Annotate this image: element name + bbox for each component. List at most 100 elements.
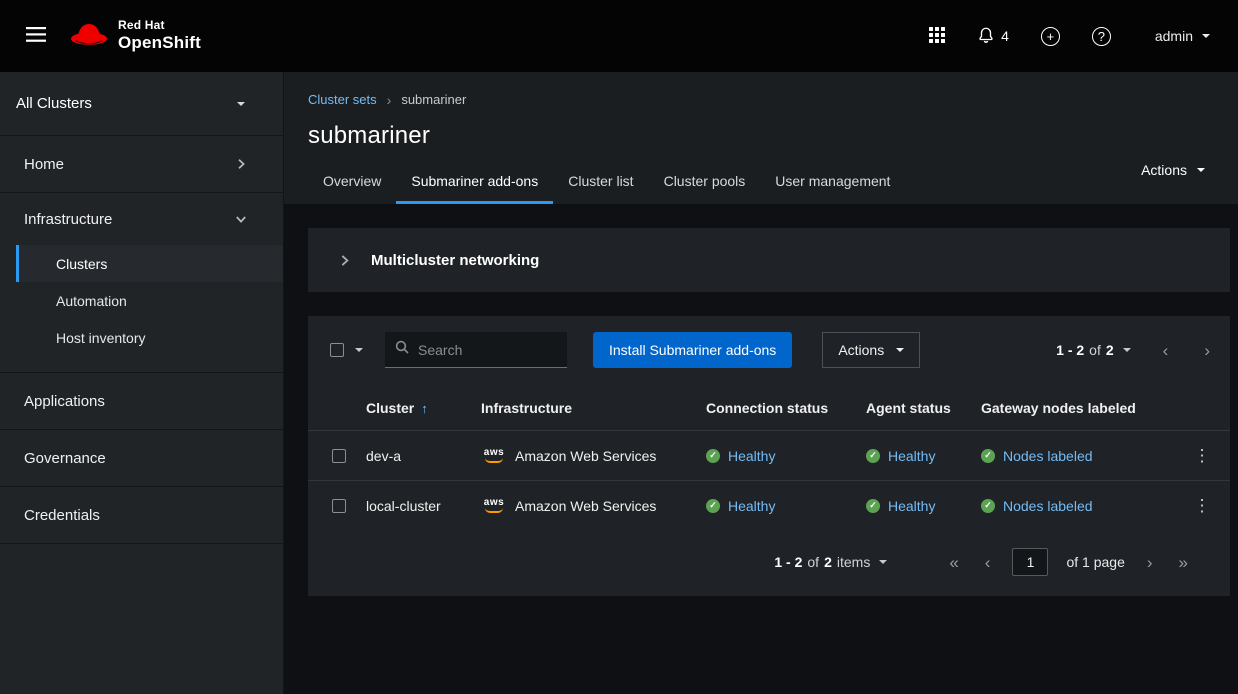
tab-overview[interactable]: Overview [308,164,396,204]
page-actions-dropdown[interactable]: Actions [1141,162,1205,178]
tab-bar: Overview Submariner add-ons Cluster list… [308,164,1205,204]
check-circle-icon: ✓ [706,449,720,463]
sidebar-item-home[interactable]: Home [0,136,283,192]
caret-down-icon [1202,34,1210,38]
sidebar-item-clusters[interactable]: Clusters [16,245,283,282]
table-row-local-cluster: local-cluster aws Amazon Web Services ✓ … [308,480,1230,530]
actions-label: Actions [1141,162,1187,178]
sidebar-item-label: Home [24,156,64,173]
install-submariner-addons-button[interactable]: Install Submariner add-ons [593,332,792,368]
sidebar-item-automation[interactable]: Automation [16,282,283,319]
pagination-of-label: of [1089,342,1101,358]
sidebar-item-label: Infrastructure [24,211,112,228]
chevron-right-icon [338,254,351,267]
next-page-button[interactable]: › [1143,554,1157,571]
column-header-gateway-nodes-labeled: Gateway nodes labeled [981,400,1174,416]
expandable-section-title: Multicluster networking [371,252,539,269]
first-page-button[interactable]: « [945,554,962,571]
sidebar-item-infrastructure[interactable]: Infrastructure [0,193,283,245]
cluster-name: dev-a [366,448,481,464]
check-circle-icon: ✓ [981,449,995,463]
nav-toggle-button[interactable] [18,18,54,54]
pagination-items-label: items [837,554,870,570]
infrastructure-label: Amazon Web Services [515,498,656,514]
table-toolbar: Install Submariner add-ons Actions 1 - 2… [308,316,1230,380]
pagination-total: 2 [824,554,832,570]
cluster-switcher-label: All Clusters [16,95,92,112]
question-circle-icon: ? [1092,27,1111,46]
plus-circle-icon: + [1041,27,1060,46]
sidebar-item-applications[interactable]: Applications [0,373,283,429]
connection-status-link[interactable]: Healthy [728,448,775,464]
help-button[interactable]: ? [1092,27,1111,46]
sidebar-item-label: Host inventory [56,330,145,346]
row-kebab-menu[interactable]: ⋮ [1194,447,1211,464]
caret-down-icon [355,348,363,352]
breadcrumb-cluster-sets-link[interactable]: Cluster sets [308,92,377,107]
cluster-switcher-dropdown[interactable]: All Clusters [0,72,283,136]
masthead: Red Hat OpenShift [0,0,1238,72]
caret-down-icon [896,348,904,352]
pager-controls: « ‹ of 1 page › » [945,548,1192,576]
pagination-options-menu[interactable]: 1 - 2 of 2 items [774,554,887,570]
sidebar-item-host-inventory[interactable]: Host inventory [16,319,283,356]
app-window: Red Hat OpenShift [0,0,1238,694]
submariner-addons-table-card: Install Submariner add-ons Actions 1 - 2… [308,316,1230,596]
agent-status-link[interactable]: Healthy [888,448,935,464]
main-content: Cluster sets › submariner submariner Act… [284,72,1238,694]
sidebar-item-label: Governance [24,450,106,467]
sidebar-nav: All Clusters Home Infrastructure Cluster… [0,72,284,694]
brand-line2: OpenShift [118,33,201,53]
row-checkbox[interactable] [332,499,346,513]
gateway-status-link[interactable]: Nodes labeled [1003,448,1093,464]
user-menu-dropdown[interactable]: admin [1155,28,1210,44]
row-checkbox[interactable] [332,449,346,463]
notifications-button[interactable]: 4 [977,26,1009,47]
tab-cluster-list[interactable]: Cluster list [553,164,648,204]
check-circle-icon: ✓ [866,499,880,513]
previous-page-button[interactable]: ‹ [981,554,995,571]
table-actions-dropdown[interactable]: Actions [822,332,920,368]
gateway-status-link[interactable]: Nodes labeled [1003,498,1093,514]
create-import-button[interactable]: + [1041,27,1060,46]
search-input[interactable] [418,342,557,358]
next-page-button[interactable]: › [1200,342,1214,359]
search-icon [395,340,409,359]
chevron-down-icon [235,213,247,225]
clusters-table: Cluster ↑ Infrastructure Connection stat… [308,386,1230,530]
sort-ascending-icon: ↑ [421,401,428,416]
caret-down-icon [1123,348,1131,352]
aws-icon: aws [481,498,507,513]
bulk-select-checkbox[interactable] [330,343,344,357]
redhat-fedora-icon [70,21,108,51]
pagination-options-menu[interactable]: 1 - 2 of 2 [1056,342,1131,358]
brand-line1: Red Hat [118,19,201,33]
caret-down-icon [879,560,887,564]
multicluster-networking-expandable[interactable]: Multicluster networking [308,228,1230,292]
bulk-select-dropdown[interactable] [322,332,371,368]
tab-submariner-add-ons[interactable]: Submariner add-ons [396,164,553,204]
breadcrumb-separator-icon: › [387,93,392,107]
agent-status-link[interactable]: Healthy [888,498,935,514]
notification-count: 4 [1001,28,1009,44]
last-page-button[interactable]: » [1175,554,1192,571]
pagination-total: 2 [1106,342,1114,358]
row-kebab-menu[interactable]: ⋮ [1194,497,1211,514]
current-page-input[interactable] [1012,548,1048,576]
sidebar-item-credentials[interactable]: Credentials [0,487,283,543]
check-circle-icon: ✓ [706,499,720,513]
caret-down-icon [237,102,245,106]
table-row-dev-a: dev-a aws Amazon Web Services ✓ Healthy [308,430,1230,480]
search-box [385,332,567,368]
page-content: Multicluster networking [284,204,1238,694]
previous-page-button[interactable]: ‹ [1159,342,1173,359]
actions-label: Actions [838,342,884,358]
column-header-cluster-sort[interactable]: Cluster ↑ [366,400,428,416]
caret-down-icon [1197,168,1205,172]
app-launcher-button[interactable] [929,27,945,46]
tab-user-management[interactable]: User management [760,164,905,204]
sidebar-item-governance[interactable]: Governance [0,430,283,486]
bell-icon [977,26,995,47]
connection-status-link[interactable]: Healthy [728,498,775,514]
tab-cluster-pools[interactable]: Cluster pools [649,164,761,204]
